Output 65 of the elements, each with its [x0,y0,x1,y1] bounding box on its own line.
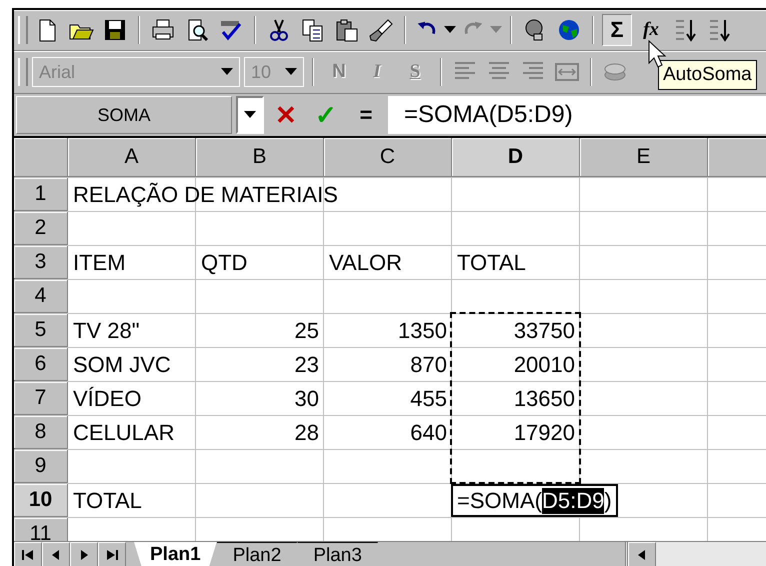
row-header[interactable]: 9 [14,450,68,483]
cell-text: VALOR [329,248,402,276]
row-header[interactable]: 4 [14,280,68,313]
cell-text: 25 [294,316,319,344]
row-header[interactable]: 10 [14,484,68,517]
paste-icon[interactable] [334,17,360,43]
first-arrow-icon[interactable] [21,548,35,562]
next-sheet-button[interactable] [70,542,98,566]
cell-text: RELAÇÃO DE MATERIAIS [73,180,338,209]
tooltip: AutoSoma [658,60,757,90]
caret-icon[interactable] [244,111,256,119]
cell-text: VÍDEO [73,384,142,412]
cell-text: 20010 [514,350,575,378]
paintbrush-icon[interactable] [368,17,394,43]
cell-text: SOM JVC [73,350,171,378]
cell-text: 870 [410,350,447,378]
toolbar-handle[interactable] [18,16,28,44]
row-header[interactable]: 11 [14,518,68,541]
row-header[interactable]: 5 [14,314,68,347]
cell-text: 33750 [514,316,575,344]
cell-text: 23 [294,350,319,378]
name-box[interactable]: SOMA [16,96,232,134]
function-button[interactable]: fx [636,14,666,46]
cell-text: ITEM [73,248,126,276]
select-all-corner[interactable] [14,138,68,177]
column-header[interactable]: D [452,138,580,177]
row-header[interactable]: 7 [14,382,68,415]
row-header[interactable]: 6 [14,348,68,381]
scroll-left-button[interactable] [628,542,656,566]
cell-text: TOTAL [73,486,142,514]
horizontal-scrollbar[interactable] [625,542,766,566]
row-header[interactable]: 8 [14,416,68,449]
mouse-pointer-icon [648,40,668,68]
cancel-button[interactable]: ✕ [268,96,304,134]
cell-editor[interactable]: =SOMA(D5:D9) [451,484,618,517]
row-header[interactable]: 2 [14,212,68,245]
previous-sheet-button[interactable] [42,542,70,566]
cell-text: QTD [201,248,248,276]
edit-formula-button[interactable]: = [348,96,384,134]
cell-text: 17920 [514,418,575,446]
row-header[interactable]: 3 [14,246,68,279]
autosum-button[interactable]: Σ [602,14,632,46]
column-header[interactable]: C [324,138,452,177]
column-header[interactable]: A [68,138,196,177]
cell-text: TV 28" [73,316,140,344]
first-sheet-button[interactable] [14,542,42,566]
column-header[interactable]: B [196,138,324,177]
last-arrow-icon[interactable] [105,548,119,562]
caret-icon[interactable] [444,26,456,34]
sheet-tab[interactable]: Plan1 [134,542,217,566]
cell-text: 30 [294,384,319,412]
toolbar-handle[interactable] [18,58,28,86]
formula-field[interactable]: =SOMA(D5:D9) [388,96,766,134]
globe-icon[interactable] [556,17,582,43]
cell-text: 13650 [514,384,575,412]
cell-text: CELULAR [73,418,174,446]
cell-text: TOTAL [457,248,526,276]
cell-text: 640 [410,418,447,446]
name-box-dropdown[interactable] [236,96,264,134]
cell-text: 455 [410,384,447,412]
cell-text: 1350 [398,316,447,344]
cell-text: 28 [294,418,319,446]
last-sheet-button[interactable] [98,542,126,566]
column-header[interactable]: E [580,138,708,177]
row-header[interactable]: 1 [14,178,68,211]
